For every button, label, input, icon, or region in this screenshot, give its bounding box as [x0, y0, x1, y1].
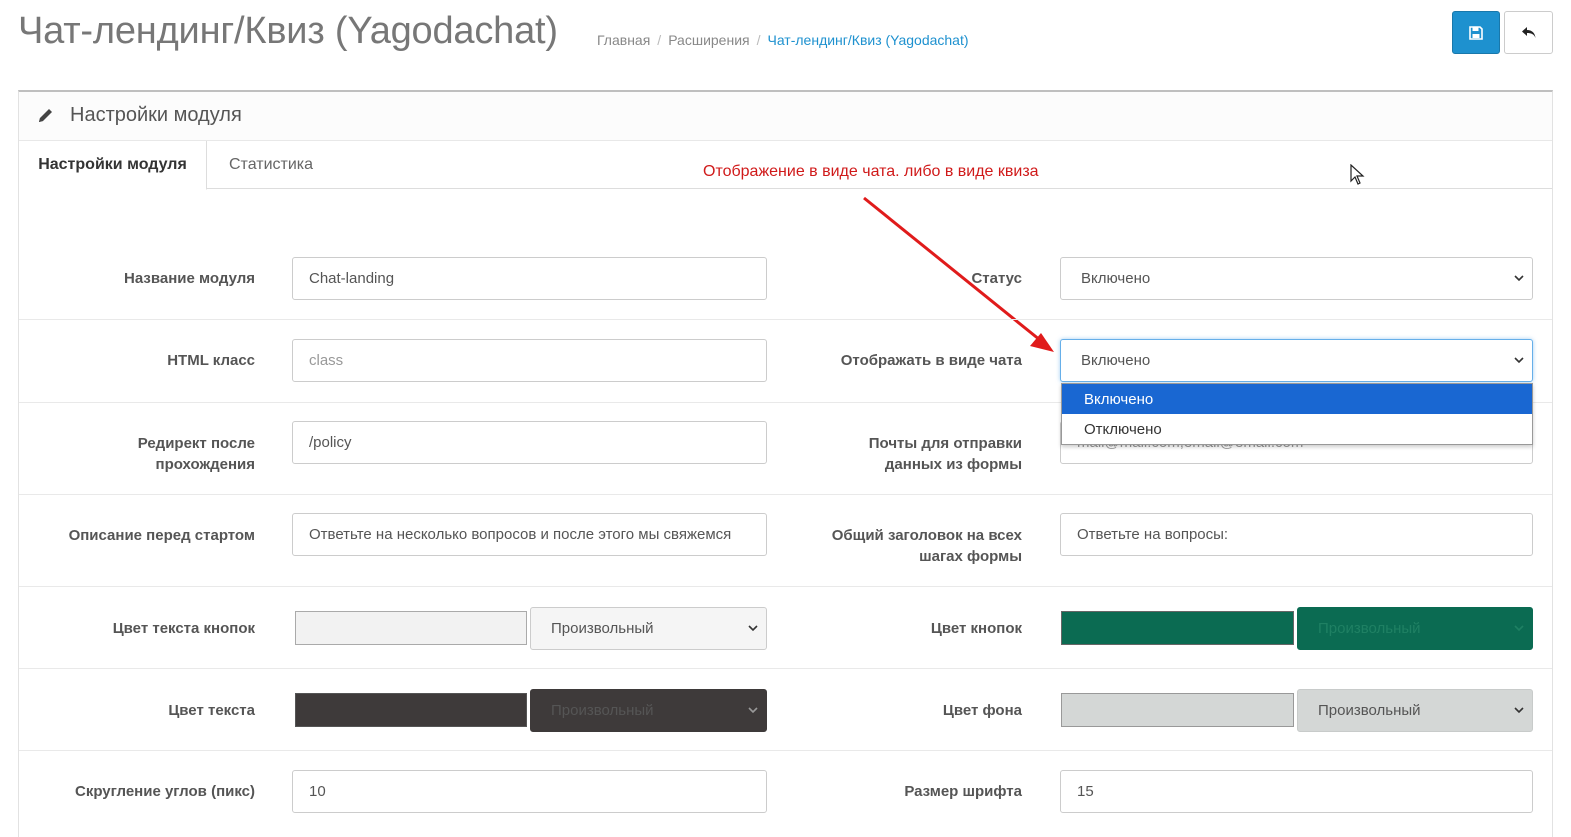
dropdown-option-disabled[interactable]: Отключено [1062, 414, 1532, 444]
btn-color-swatch[interactable] [1061, 611, 1294, 645]
panel-heading: Настройки модуля [19, 92, 1552, 141]
save-icon [1469, 25, 1483, 40]
font-size-label: Размер шрифта [904, 783, 1022, 800]
common-title-label: Общий заголовок на всех шагах формы [801, 525, 1022, 567]
emails-label-line2: данных из формы [884, 456, 1022, 473]
bg-color-swatch[interactable] [1061, 693, 1294, 727]
tab-statistics[interactable]: Статистика [229, 141, 313, 189]
redirect-label-line2: прохождения [155, 456, 255, 473]
btn-text-color-select-value: Произвольный [551, 620, 654, 637]
text-color-select[interactable]: Произвольный [530, 689, 767, 732]
chat-view-select[interactable]: Включено [1060, 339, 1533, 382]
row-divider [19, 586, 1552, 587]
description-input[interactable]: Ответьте на несколько вопросов и после э… [292, 513, 767, 556]
radius-label: Скругление углов (пикс) [74, 783, 255, 800]
breadcrumb-separator: / [756, 32, 761, 48]
text-color-select-value: Произвольный [551, 702, 654, 719]
bg-color-label: Цвет фона [942, 702, 1022, 719]
mouse-cursor-icon [1350, 164, 1365, 185]
btn-text-color-select[interactable]: Произвольный [530, 607, 767, 650]
dropdown-option-enabled[interactable]: Включено [1062, 384, 1532, 414]
redirect-label: Редирект после прохождения [18, 433, 255, 475]
back-button[interactable] [1504, 11, 1553, 54]
module-name-input[interactable]: Chat-landing [292, 257, 767, 300]
btn-color-select[interactable]: Произвольный [1297, 607, 1533, 650]
chevron-down-icon [748, 707, 758, 714]
chevron-down-icon [748, 625, 758, 632]
breadcrumb-extensions[interactable]: Расширения [668, 32, 749, 48]
redirect-label-line1: Редирект после [137, 435, 255, 452]
common-title-label-line1: Общий заголовок на всех [831, 527, 1022, 544]
row-divider [19, 319, 1552, 320]
description-label: Описание перед стартом [68, 527, 255, 544]
html-class-label: HTML класс [167, 352, 255, 369]
annotation-note: Отображение в виде чата. либо в виде кви… [703, 163, 1039, 180]
chevron-down-icon [1514, 357, 1524, 364]
module-name-label: Название модуля [124, 270, 255, 287]
page-title: Чат-лендинг/Квиз (Yagodachat) [18, 10, 558, 52]
breadcrumb: Главная / Расширения / Чат-лендинг/Квиз (Yag… [597, 32, 969, 48]
radius-input[interactable]: 10 [292, 770, 767, 813]
reply-icon [1521, 26, 1535, 38]
btn-text-color-label: Цвет текста кнопок [112, 620, 255, 637]
row-divider [19, 494, 1552, 495]
font-size-input[interactable]: 15 [1060, 770, 1533, 813]
btn-color-select-value: Произвольный [1318, 620, 1421, 637]
chevron-down-icon [1514, 625, 1524, 632]
emails-label: Почты для отправки данных из формы [801, 433, 1022, 475]
bg-color-select-value: Произвольный [1318, 702, 1421, 719]
bg-color-select[interactable]: Произвольный [1297, 689, 1533, 732]
status-label: Статус [971, 270, 1022, 287]
breadcrumb-home[interactable]: Главная [597, 32, 650, 48]
emails-label-line1: Почты для отправки [868, 435, 1022, 452]
chat-view-label: Отображать в виде чата [840, 352, 1022, 369]
btn-color-label: Цвет кнопок [930, 620, 1022, 637]
chat-view-dropdown: Включено Отключено [1061, 383, 1533, 445]
breadcrumb-separator: / [657, 32, 662, 48]
text-color-label: Цвет текста [168, 702, 255, 719]
chevron-down-icon [1514, 275, 1524, 282]
text-color-swatch[interactable] [295, 693, 527, 727]
save-button[interactable] [1452, 11, 1500, 54]
common-title-label-line2: шагах формы [919, 548, 1022, 565]
redirect-input[interactable]: /policy [292, 421, 767, 464]
breadcrumb-current[interactable]: Чат-лендинг/Квиз (Yagodachat) [768, 32, 969, 48]
status-select-value: Включено [1081, 270, 1151, 287]
tab-module-settings[interactable]: Настройки модуля [19, 141, 207, 190]
html-class-input[interactable]: class [292, 339, 767, 382]
row-divider [19, 668, 1552, 669]
pencil-icon [39, 109, 52, 122]
chevron-down-icon [1514, 707, 1524, 714]
status-select[interactable]: Включено [1060, 257, 1533, 300]
panel-title: Настройки модуля [70, 104, 242, 126]
common-title-input[interactable]: Ответьте на вопросы: [1060, 513, 1533, 556]
row-divider [19, 750, 1552, 751]
chat-view-select-value: Включено [1081, 352, 1151, 369]
btn-text-color-swatch[interactable] [295, 611, 527, 645]
